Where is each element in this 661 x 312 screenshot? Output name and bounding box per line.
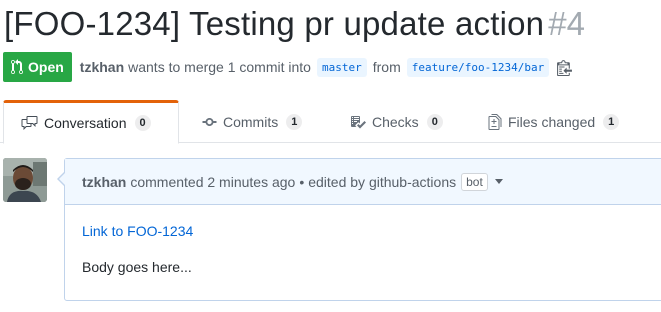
tab-label: Files changed	[508, 113, 596, 130]
tab-counter: 0	[134, 115, 151, 131]
pr-number: #4	[548, 5, 585, 42]
git-commit-icon	[202, 114, 217, 130]
tab-label: Conversation	[44, 115, 127, 131]
issue-link[interactable]: Link to FOO-1234	[82, 223, 656, 239]
clipboard-copy-icon[interactable]	[557, 59, 573, 76]
pr-title-row: [FOO-1234] Testing pr update action #4	[4, 0, 585, 48]
merge-text: wants to merge 1 commit into	[128, 59, 311, 75]
tab-files-changed[interactable]: Files changed 1	[488, 100, 620, 143]
git-pull-request-icon	[11, 59, 23, 75]
bot-label: bot	[461, 172, 488, 191]
state-label: Open	[28, 59, 64, 75]
pr-title: [FOO-1234] Testing pr update action	[4, 5, 545, 42]
pr-tabnav: Conversation 0 Commits 1 Checks 0 Files …	[0, 100, 661, 144]
pr-author-link[interactable]: tzkhan	[80, 59, 124, 75]
base-branch[interactable]: master	[316, 57, 367, 77]
comment-timestamp[interactable]: commented 2 minutes ago	[130, 174, 295, 190]
comment-text: Body goes here...	[82, 259, 192, 275]
avatar[interactable]	[3, 158, 47, 202]
comment-body: Link to FOO-1234 Body goes here...	[65, 205, 661, 293]
head-branch[interactable]: feature/foo-1234/bar	[406, 57, 550, 77]
tab-commits[interactable]: Commits 1	[202, 100, 303, 143]
separator: •	[299, 173, 305, 190]
comment-box: tzkhan commented 2 minutes ago • edited …	[57, 158, 661, 301]
comment-author-link[interactable]: tzkhan	[82, 174, 126, 190]
from-text: from	[372, 59, 401, 75]
comment-discussion-icon	[21, 115, 38, 131]
tab-conversation[interactable]: Conversation 0	[3, 100, 179, 144]
tab-label: Checks	[372, 113, 419, 130]
tab-checks[interactable]: Checks 0	[350, 100, 443, 143]
chevron-down-icon[interactable]	[494, 179, 503, 184]
file-diff-icon	[488, 113, 502, 130]
tab-counter: 1	[603, 113, 620, 130]
tab-counter: 0	[426, 113, 443, 130]
edited-by-link[interactable]: edited by github-actions	[308, 174, 456, 190]
state-badge: Open	[3, 52, 72, 82]
checklist-icon	[350, 114, 366, 130]
tab-counter: 1	[286, 113, 303, 130]
pr-meta: Open tzkhan wants to merge 1 commit into…	[3, 52, 573, 82]
comment-header: tzkhan commented 2 minutes ago • edited …	[65, 159, 661, 205]
tab-label: Commits	[223, 113, 279, 130]
